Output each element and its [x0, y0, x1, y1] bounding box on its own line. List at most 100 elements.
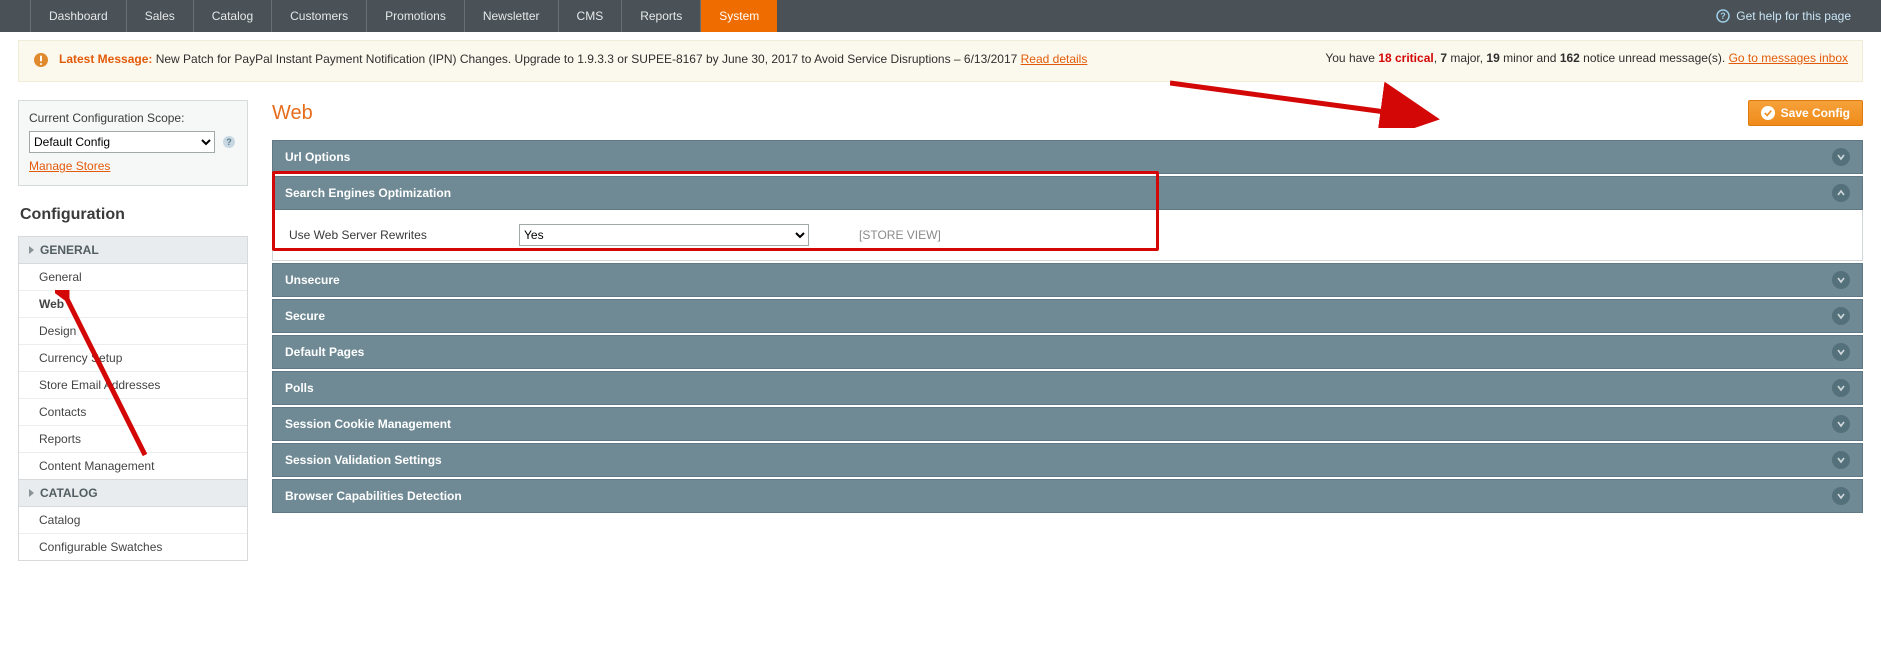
- panel-header[interactable]: Secure: [272, 299, 1863, 333]
- menu-system[interactable]: System: [701, 0, 777, 32]
- chevron-down-icon: [1832, 487, 1850, 505]
- config-nav: GENERAL General Web Design Currency Setu…: [18, 236, 248, 561]
- field-row-rewrites: Use Web Server Rewrites Yes [STORE VIEW]: [289, 224, 1846, 246]
- chevron-down-icon: [1832, 271, 1850, 289]
- section-catalog[interactable]: CATALOG: [19, 479, 247, 507]
- alert-icon: [33, 52, 49, 71]
- read-details-link[interactable]: Read details: [1021, 52, 1088, 66]
- cfg-item-reports[interactable]: Reports: [19, 426, 247, 453]
- panel-body: Use Web Server Rewrites Yes [STORE VIEW]: [272, 210, 1863, 261]
- cfg-item-content-mgmt[interactable]: Content Management: [19, 453, 247, 479]
- menu-label: Sales: [145, 9, 175, 23]
- panel-header[interactable]: Session Validation Settings: [272, 443, 1863, 477]
- page-title: Web: [272, 102, 313, 125]
- manage-stores-link[interactable]: Manage Stores: [29, 159, 110, 173]
- panel-header[interactable]: Default Pages: [272, 335, 1863, 369]
- section-label: GENERAL: [40, 243, 99, 257]
- help-link[interactable]: ? Get help for this page: [1716, 0, 1851, 32]
- notice-label: notice unread message(s).: [1580, 51, 1729, 65]
- config-title: Configuration: [20, 206, 248, 224]
- menu-label: Catalog: [212, 9, 253, 23]
- help-icon: ?: [1716, 9, 1730, 23]
- panel-header[interactable]: Polls: [272, 371, 1863, 405]
- scope-help-icon[interactable]: ?: [221, 134, 237, 150]
- inbox-link[interactable]: Go to messages inbox: [1729, 51, 1848, 65]
- cfg-item-general[interactable]: General: [19, 264, 247, 291]
- panel-browser-caps: Browser Capabilities Detection: [272, 479, 1863, 513]
- cfg-item-catalog[interactable]: Catalog: [19, 507, 247, 534]
- panel-url-options: Url Options: [272, 140, 1863, 174]
- chevron-down-icon: [1832, 415, 1850, 433]
- cfg-item-design[interactable]: Design: [19, 318, 247, 345]
- save-label: Save Config: [1781, 106, 1850, 120]
- menu-label: Customers: [290, 9, 348, 23]
- menu-label: System: [719, 9, 759, 23]
- latest-label: Latest Message:: [59, 52, 152, 66]
- panel-session-validation: Session Validation Settings: [272, 443, 1863, 477]
- chevron-right-icon: [29, 246, 34, 254]
- cfg-item-web[interactable]: Web: [19, 291, 247, 318]
- panel-session-cookie: Session Cookie Management: [272, 407, 1863, 441]
- panel-header[interactable]: Unsecure: [272, 263, 1863, 297]
- status-prefix: You have: [1325, 51, 1378, 65]
- notice-text: New Patch for PayPal Instant Payment Not…: [152, 52, 1020, 66]
- cfg-item-currency[interactable]: Currency Setup: [19, 345, 247, 372]
- chevron-down-icon: [1832, 451, 1850, 469]
- chevron-right-icon: [29, 489, 34, 497]
- field-label: Use Web Server Rewrites: [289, 228, 499, 242]
- chevron-down-icon: [1832, 307, 1850, 325]
- save-config-button[interactable]: Save Config: [1748, 100, 1863, 126]
- menu-label: Reports: [640, 9, 682, 23]
- panel-polls: Polls: [272, 371, 1863, 405]
- notice-message: Latest Message: New Patch for PayPal Ins…: [59, 51, 1295, 68]
- sidebar: Current Configuration Scope: Default Con…: [18, 100, 248, 561]
- menu-sales[interactable]: Sales: [127, 0, 194, 32]
- scope-select[interactable]: Default Config: [29, 131, 215, 153]
- panel-default-pages: Default Pages: [272, 335, 1863, 369]
- cfg-item-swatches[interactable]: Configurable Swatches: [19, 534, 247, 560]
- cfg-item-contacts[interactable]: Contacts: [19, 399, 247, 426]
- menu-label: Dashboard: [49, 9, 108, 23]
- top-nav: Dashboard Sales Catalog Customers Promot…: [0, 0, 1881, 32]
- main-content: Web Save Config Url Options Search Engin…: [272, 100, 1863, 515]
- notice-status: You have 18 critical, 7 major, 19 minor …: [1325, 51, 1848, 65]
- major-label: major,: [1447, 51, 1486, 65]
- section-label: CATALOG: [40, 486, 98, 500]
- menu-promotions[interactable]: Promotions: [367, 0, 465, 32]
- minor-count: 19: [1486, 51, 1499, 65]
- panel-header[interactable]: Url Options: [272, 140, 1863, 174]
- panel-header[interactable]: Browser Capabilities Detection: [272, 479, 1863, 513]
- menu-customers[interactable]: Customers: [272, 0, 367, 32]
- menu-label: Newsletter: [483, 9, 540, 23]
- scope-label: Current Configuration Scope:: [29, 111, 237, 125]
- section-general[interactable]: GENERAL: [19, 237, 247, 264]
- panel-header[interactable]: Session Cookie Management: [272, 407, 1863, 441]
- critical-label: critical: [1392, 51, 1434, 65]
- notice-bar: Latest Message: New Patch for PayPal Ins…: [18, 40, 1863, 82]
- menu-cms[interactable]: CMS: [559, 0, 623, 32]
- notice-count: 162: [1560, 51, 1580, 65]
- menu-newsletter[interactable]: Newsletter: [465, 0, 559, 32]
- svg-text:?: ?: [1721, 11, 1727, 21]
- menu-catalog[interactable]: Catalog: [194, 0, 272, 32]
- chevron-down-icon: [1832, 379, 1850, 397]
- check-icon: [1761, 106, 1775, 120]
- top-menu: Dashboard Sales Catalog Customers Promot…: [30, 0, 777, 32]
- cfg-item-store-email[interactable]: Store Email Addresses: [19, 372, 247, 399]
- panel-header[interactable]: Search Engines Optimization: [272, 176, 1863, 210]
- field-scope: [STORE VIEW]: [859, 228, 941, 242]
- panel-seo: Search Engines Optimization Use Web Serv…: [272, 176, 1863, 261]
- rewrites-select[interactable]: Yes: [519, 224, 809, 246]
- scope-box: Current Configuration Scope: Default Con…: [18, 100, 248, 186]
- chevron-down-icon: [1832, 343, 1850, 361]
- chevron-up-icon: [1832, 184, 1850, 202]
- chevron-down-icon: [1832, 148, 1850, 166]
- help-label: Get help for this page: [1736, 9, 1851, 23]
- menu-dashboard[interactable]: Dashboard: [30, 0, 127, 32]
- menu-reports[interactable]: Reports: [622, 0, 701, 32]
- menu-label: Promotions: [385, 9, 446, 23]
- panel-unsecure: Unsecure: [272, 263, 1863, 297]
- critical-count: 18: [1378, 51, 1391, 65]
- svg-text:?: ?: [226, 137, 232, 147]
- minor-label: minor and: [1500, 51, 1560, 65]
